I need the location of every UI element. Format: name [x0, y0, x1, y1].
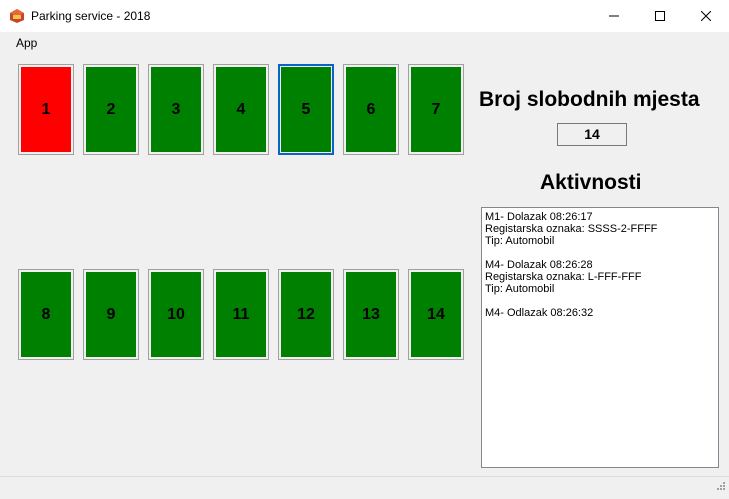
menu-app[interactable]: App — [16, 36, 37, 50]
window-title: Parking service - 2018 — [31, 9, 151, 23]
parking-spot-4[interactable]: 4 — [213, 64, 269, 155]
status-bar — [0, 476, 729, 499]
parking-spot-label: 4 — [236, 100, 246, 118]
parking-app-icon[interactable] — [9, 8, 25, 24]
free-spots-count: 14 — [557, 123, 627, 146]
close-icon — [701, 10, 711, 21]
parking-spot-9[interactable]: 9 — [83, 269, 139, 360]
parking-spot-1[interactable]: 1 — [18, 64, 74, 155]
parking-spot-14[interactable]: 14 — [408, 269, 464, 360]
parking-spot-7[interactable]: 7 — [408, 64, 464, 155]
maximize-icon — [655, 10, 665, 21]
parking-spot-8[interactable]: 8 — [18, 269, 74, 360]
parking-spot-label: 3 — [171, 100, 181, 118]
log-line: M4- Dolazak 08:26:28 — [485, 259, 593, 271]
parking-spot-label: 6 — [366, 100, 376, 118]
minimize-icon — [609, 15, 619, 16]
activities-heading: Aktivnosti — [540, 171, 642, 194]
parking-spot-6[interactable]: 6 — [343, 64, 399, 155]
parking-spot-13[interactable]: 13 — [343, 269, 399, 360]
parking-spot-12[interactable]: 12 — [278, 269, 334, 360]
log-entry: M1- Dolazak 08:26:17 Registarska oznaka: … — [485, 211, 715, 247]
maximize-button[interactable] — [637, 0, 683, 31]
parking-spot-label: 13 — [362, 305, 380, 323]
title-bar: Parking service - 2018 — [0, 0, 729, 32]
parking-spot-10[interactable]: 10 — [148, 269, 204, 360]
parking-spot-5[interactable]: 5 — [278, 64, 334, 155]
free-spots-heading: Broj slobodnih mjesta — [479, 88, 700, 111]
parking-spot-2[interactable]: 2 — [83, 64, 139, 155]
parking-spot-label: 8 — [41, 305, 51, 323]
parking-spot-label: 9 — [106, 305, 116, 323]
parking-spot-label: 14 — [427, 305, 445, 323]
parking-spot-label: 7 — [431, 100, 441, 118]
close-button[interactable] — [683, 0, 729, 31]
menu-bar: App — [0, 32, 729, 54]
log-line: Registarska oznaka: L-FFF-FFF — [485, 271, 642, 283]
log-line: Tip: Automobil — [485, 283, 555, 295]
log-line: M1- Dolazak 08:26:17 — [485, 211, 593, 223]
parking-spot-label: 5 — [301, 100, 311, 118]
parking-spot-11[interactable]: 11 — [213, 269, 269, 360]
log-line: Registarska oznaka: SSSS-2-FFFF — [485, 223, 658, 235]
log-entry: M4- Dolazak 08:26:28 Registarska oznaka: … — [485, 259, 715, 295]
resize-grip-icon[interactable] — [715, 477, 725, 495]
parking-spot-label: 12 — [297, 305, 315, 323]
minimize-button[interactable] — [591, 0, 637, 31]
parking-spot-label: 1 — [41, 100, 51, 118]
parking-spot-label: 2 — [106, 100, 116, 118]
log-line: M4- Odlazak 08:26:32 — [485, 307, 594, 319]
activities-log[interactable]: M1- Dolazak 08:26:17 Registarska oznaka: … — [481, 207, 719, 468]
log-line: Tip: Automobil — [485, 235, 555, 247]
log-entry: M4- Odlazak 08:26:32 — [485, 307, 715, 319]
parking-spot-3[interactable]: 3 — [148, 64, 204, 155]
parking-spot-label: 10 — [167, 305, 185, 323]
parking-spot-label: 11 — [232, 305, 250, 323]
